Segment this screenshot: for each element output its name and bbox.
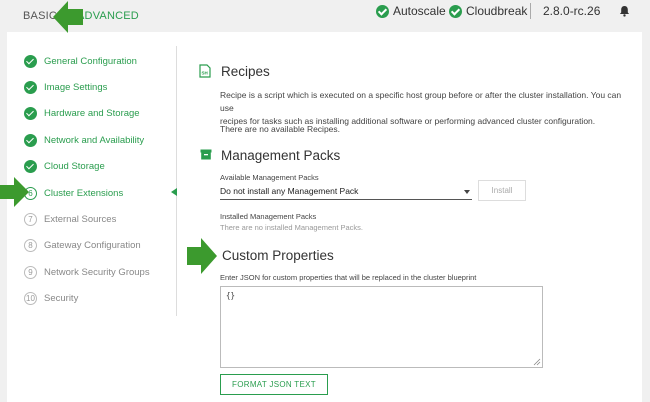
caret-down-icon [464, 190, 470, 194]
installed-mpacks-label: Installed Management Packs [220, 212, 317, 221]
wizard-step[interactable]: 7 External Sources [24, 209, 116, 229]
package-box-icon [200, 149, 212, 160]
wizard-step-label: Network and Availability [44, 134, 145, 146]
available-mpacks-label: Available Management Packs [220, 173, 319, 182]
wizard-step[interactable]: General Configuration [24, 51, 137, 71]
wizard-step[interactable]: Hardware and Storage [24, 104, 140, 124]
bell-icon[interactable] [619, 5, 630, 17]
recipe-file-icon: SH [199, 64, 211, 78]
wizard-step[interactable]: Network and Availability [24, 130, 144, 150]
installed-mpacks-empty: There are no installed Management Packs. [220, 223, 363, 232]
mpack-selected-value: Do not install any Management Pack [220, 186, 359, 196]
custom-properties-hint: Enter JSON for custom properties that wi… [220, 273, 477, 282]
svg-text:SH: SH [202, 71, 208, 76]
version-label: 2.8.0-rc.26 [543, 4, 601, 18]
wizard-step-label: Hardware and Storage [44, 108, 140, 120]
custom-properties-title: Custom Properties [222, 248, 334, 263]
autoscale-label: Autoscale [393, 4, 446, 18]
recipes-title: Recipes [221, 64, 270, 79]
wizard-step-label: Network Security Groups [44, 266, 150, 278]
wizard-step[interactable]: Image Settings [24, 77, 107, 97]
top-bar: BASIC ADVANCED Autoscale Cloudbreak 2.8.0… [0, 0, 650, 30]
active-step-pointer [171, 188, 177, 196]
topbar-divider [530, 3, 531, 19]
wizard-step-label: Cloud Storage [44, 161, 105, 173]
custom-properties-json-input[interactable]: {} [220, 286, 543, 368]
autoscale-status: Autoscale [376, 4, 446, 18]
check-circle-icon [24, 107, 37, 121]
main-panel: General Configuration Image Settings Hardw… [7, 32, 642, 402]
wizard-step-label: Image Settings [44, 81, 108, 93]
step-number-badge: 10 [24, 292, 37, 306]
resize-grip-icon[interactable] [533, 358, 541, 366]
pointer-arrow-icon [0, 177, 29, 207]
wizard-step-label: External Sources [44, 213, 117, 225]
wizard-step[interactable]: 9 Network Security Groups [24, 262, 150, 282]
step-number-badge: 8 [24, 239, 37, 253]
check-circle-icon [24, 80, 37, 94]
wizard-step[interactable]: Cloud Storage [24, 157, 105, 177]
step-number-badge: 7 [24, 212, 37, 226]
mpacks-title: Management Packs [221, 148, 341, 163]
wizard-step-label: Gateway Configuration [44, 240, 141, 252]
pointer-arrow-icon [53, 1, 83, 33]
wizard-step-label: General Configuration [44, 55, 137, 67]
recipes-empty: There are no available Recipes. [220, 124, 341, 134]
check-circle-icon [24, 54, 37, 68]
wizard-divider [176, 46, 177, 316]
mode-advanced-tab[interactable]: ADVANCED [77, 10, 139, 22]
format-json-button[interactable]: FORMAT JSON TEXT [220, 374, 328, 395]
wizard-step[interactable]: 8 Gateway Configuration [24, 236, 141, 256]
check-circle-icon [449, 4, 462, 18]
check-circle-icon [24, 160, 37, 174]
check-circle-icon [376, 4, 389, 18]
step-number-badge: 9 [24, 265, 37, 279]
pointer-arrow-icon [187, 238, 217, 274]
check-circle-icon [24, 133, 37, 147]
cloudbreak-label: Cloudbreak [466, 4, 528, 18]
wizard-step[interactable]: 6 Cluster Extensions [24, 183, 123, 203]
cloudbreak-status: Cloudbreak [449, 4, 527, 18]
wizard-step-label: Cluster Extensions [44, 187, 124, 199]
mpack-select[interactable]: Do not install any Management Pack [220, 184, 472, 200]
wizard-step-label: Security [44, 293, 79, 305]
wizard-step[interactable]: 10 Security [24, 289, 78, 309]
install-button[interactable]: Install [478, 180, 526, 201]
recipes-description-line1: Recipe is a script which is executed on … [220, 90, 622, 113]
